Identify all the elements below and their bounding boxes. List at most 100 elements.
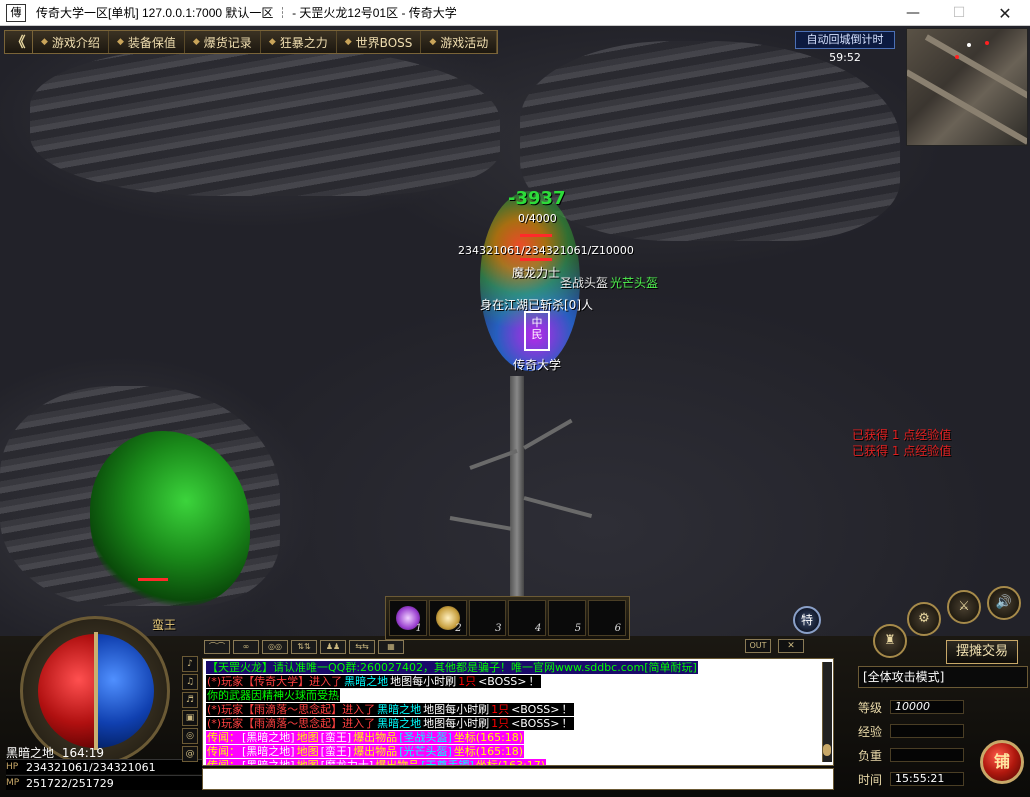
attack-mode-display[interactable]: [全体攻击模式]	[858, 666, 1028, 688]
exp-gain-message: 已获得 1 点经验值	[852, 444, 952, 458]
dropped-item-label[interactable]: 光芒头盔	[610, 274, 658, 291]
chat-tool-button[interactable]: ⇅⇅	[291, 640, 317, 654]
chat-message-segment: (*)玩家【传奇大学】进入了	[206, 675, 344, 688]
chat-message-segment: [天尊手镯]	[420, 759, 475, 765]
menu-item-drop-record[interactable]: ◆ 爆货记录	[185, 31, 261, 53]
menu-item-label: 爆货记录	[203, 35, 252, 50]
skill-slot-4[interactable]: 4	[508, 600, 547, 636]
diamond-icon: ◆	[268, 37, 276, 47]
skill-slot-3[interactable]: 3	[468, 600, 507, 636]
chat-message-segment: 爆出物品	[352, 731, 399, 744]
chat-tool-button[interactable]: ♟♟	[320, 640, 346, 654]
chat-message-segment: 1只	[490, 717, 511, 730]
chat-message-segment: ！	[527, 675, 541, 688]
chat-side-icons: ♪ ♫ ♬ ▣ ◎ @	[182, 656, 200, 762]
character-button[interactable]: ♜	[873, 624, 907, 658]
skill-button[interactable]: ⚔	[947, 590, 981, 624]
chat-message-segment: [黑暗之地]	[241, 731, 296, 744]
dropped-item-label[interactable]: 圣战头盔	[560, 274, 608, 291]
maximize-button[interactable]: ☐	[936, 0, 982, 26]
chat-message-segment: [圣战头盔]	[398, 731, 453, 744]
skill-slot-5[interactable]: 5	[548, 600, 587, 636]
chat-channel-icon[interactable]: ▣	[182, 710, 198, 726]
chat-message-segment: [黑暗之地]	[241, 745, 296, 758]
shop-button[interactable]: 铺	[980, 740, 1024, 784]
game-viewport[interactable]: 《 ◆ 游戏介绍 ◆ 装备保值 ◆ 爆货记录 ◆ 狂暴之力 ◆ 世界BOSS ◆ 游戏活动 …	[0, 26, 1030, 797]
time-value: 15:55:21	[890, 772, 964, 786]
settings-button[interactable]: ⚙	[907, 602, 941, 636]
special-button[interactable]: 特	[793, 606, 821, 634]
chat-message-segment: 地图	[295, 759, 320, 765]
chat-message: 你的武器因精神火球而受热	[206, 689, 830, 703]
time-label: 时间	[858, 772, 883, 787]
chat-tool-button[interactable]: ◎◎	[262, 640, 288, 654]
chat-message-segment: 爆出物品	[352, 745, 399, 758]
exp-value	[890, 724, 964, 738]
menu-item-equipment-value[interactable]: ◆ 装备保值	[109, 31, 185, 53]
chat-close-button[interactable]: ✕	[778, 639, 804, 653]
chat-message-segment: 传闻：	[206, 759, 241, 765]
chat-tool-button[interactable]: ∞	[233, 640, 259, 654]
menu-collapse-button[interactable]: 《	[5, 31, 33, 53]
menu-item-world-boss[interactable]: ◆ 世界BOSS	[337, 31, 422, 53]
auto-return-countdown-time: 59:52	[829, 51, 861, 64]
chat-toolbar: ⌒⌒ ∞ ◎◎ ⇅⇅ ♟♟ ⇆⇆ ▦	[200, 638, 840, 656]
player-guild-emblem: 中 民	[531, 316, 543, 341]
chat-message-segment: 地图	[295, 731, 320, 744]
chat-at-icon[interactable]: @	[182, 746, 198, 762]
minimap-monster-dot	[955, 55, 959, 59]
window-titlebar[interactable]: 傳 传奇大学一区[单机] 127.0.0.1:7000 默认一区 ┆ - 天罡火…	[0, 0, 1030, 26]
chat-out-button[interactable]: OUT	[745, 639, 771, 653]
chat-message-segment: 爆出物品	[374, 759, 421, 765]
chat-tool-button[interactable]: ⇆⇆	[349, 640, 375, 654]
skill-bar: 1 2 3 4 5 6	[385, 596, 630, 640]
chat-message-segment: 地图每小时刷	[422, 717, 491, 730]
chat-message-segment: 1只	[490, 703, 511, 716]
chat-scrollbar-thumb[interactable]	[823, 744, 831, 756]
chat-message-segment: [蛮王]	[319, 731, 353, 744]
diamond-icon: ◆	[429, 37, 437, 47]
close-button[interactable]: ✕	[982, 0, 1028, 26]
exp-label: 经验	[858, 724, 883, 739]
time-row: 时间 15:55:21	[858, 770, 968, 788]
sound-button[interactable]: 🔊	[987, 586, 1021, 620]
hp-tag: HP	[6, 762, 19, 772]
chat-message-segment: 地图每小时刷	[422, 703, 491, 716]
chat-message: (*)玩家【雨滴落〜思念起】进入了 黑暗之地 地图每小时刷 1只 <BOSS>！	[206, 703, 830, 717]
target-hp-bar	[520, 234, 552, 237]
chat-message-segment: 黑暗之地	[343, 675, 390, 688]
chat-message: 传闻： [黑暗之地] 地图 [蛮王] 爆出物品 [圣战头盔] 坐标(165:18)	[206, 731, 830, 745]
chat-message-segment: 地图	[295, 745, 320, 758]
exp-gain-message: 已获得 1 点经验值	[852, 428, 952, 442]
menu-item-label: 狂暴之力	[279, 35, 328, 50]
player-character[interactable]: 中 民	[524, 311, 550, 351]
level-label: 等级	[858, 700, 883, 715]
chat-log[interactable]: 【天罡火龙】请认准唯一QQ群:260027402，其他都是骗子！唯一官网www.…	[202, 658, 834, 766]
skill-slot-1[interactable]: 1	[389, 600, 427, 636]
menu-item-game-intro[interactable]: ◆ 游戏介绍	[33, 31, 109, 53]
minimap-monster-dot	[985, 41, 989, 45]
chat-tool-button[interactable]: ▦	[378, 640, 404, 654]
menu-item-label: 游戏介绍	[51, 35, 100, 50]
menu-item-berserk[interactable]: ◆ 狂暴之力	[261, 31, 337, 53]
chat-tool-button[interactable]: ⌒⌒	[204, 640, 230, 654]
stall-trade-button[interactable]: 摆摊交易	[946, 640, 1018, 664]
minimize-button[interactable]: —	[890, 0, 936, 26]
chat-channel-icon[interactable]: ♫	[182, 674, 198, 690]
chat-message: 【天罡火龙】请认准唯一QQ群:260027402，其他都是骗子！唯一官网www.…	[206, 661, 830, 675]
load-row: 负重	[858, 746, 968, 764]
skill-slot-6[interactable]: 6	[588, 600, 626, 636]
chat-message-segment: 1只	[457, 675, 478, 688]
chat-channel-icon[interactable]: ◎	[182, 728, 198, 744]
menu-item-events[interactable]: ◆ 游戏活动	[421, 31, 498, 53]
chat-message-segment: 你的武器因精神火球而受热	[206, 689, 340, 702]
minimap[interactable]	[906, 28, 1028, 146]
chat-channel-icon[interactable]: ♬	[182, 692, 198, 708]
chat-channel-icon[interactable]: ♪	[182, 656, 198, 672]
auto-return-countdown-label: 自动回城倒计时	[795, 31, 895, 49]
chat-message-segment: 坐标(165:18)	[452, 731, 525, 744]
top-menu-bar: 《 ◆ 游戏介绍 ◆ 装备保值 ◆ 爆货记录 ◆ 狂暴之力 ◆ 世界BOSS ◆ 游戏活动	[4, 30, 499, 54]
skill-slot-2[interactable]: 2	[428, 600, 467, 636]
diamond-icon: ◆	[344, 37, 352, 47]
chat-input[interactable]	[202, 768, 834, 790]
